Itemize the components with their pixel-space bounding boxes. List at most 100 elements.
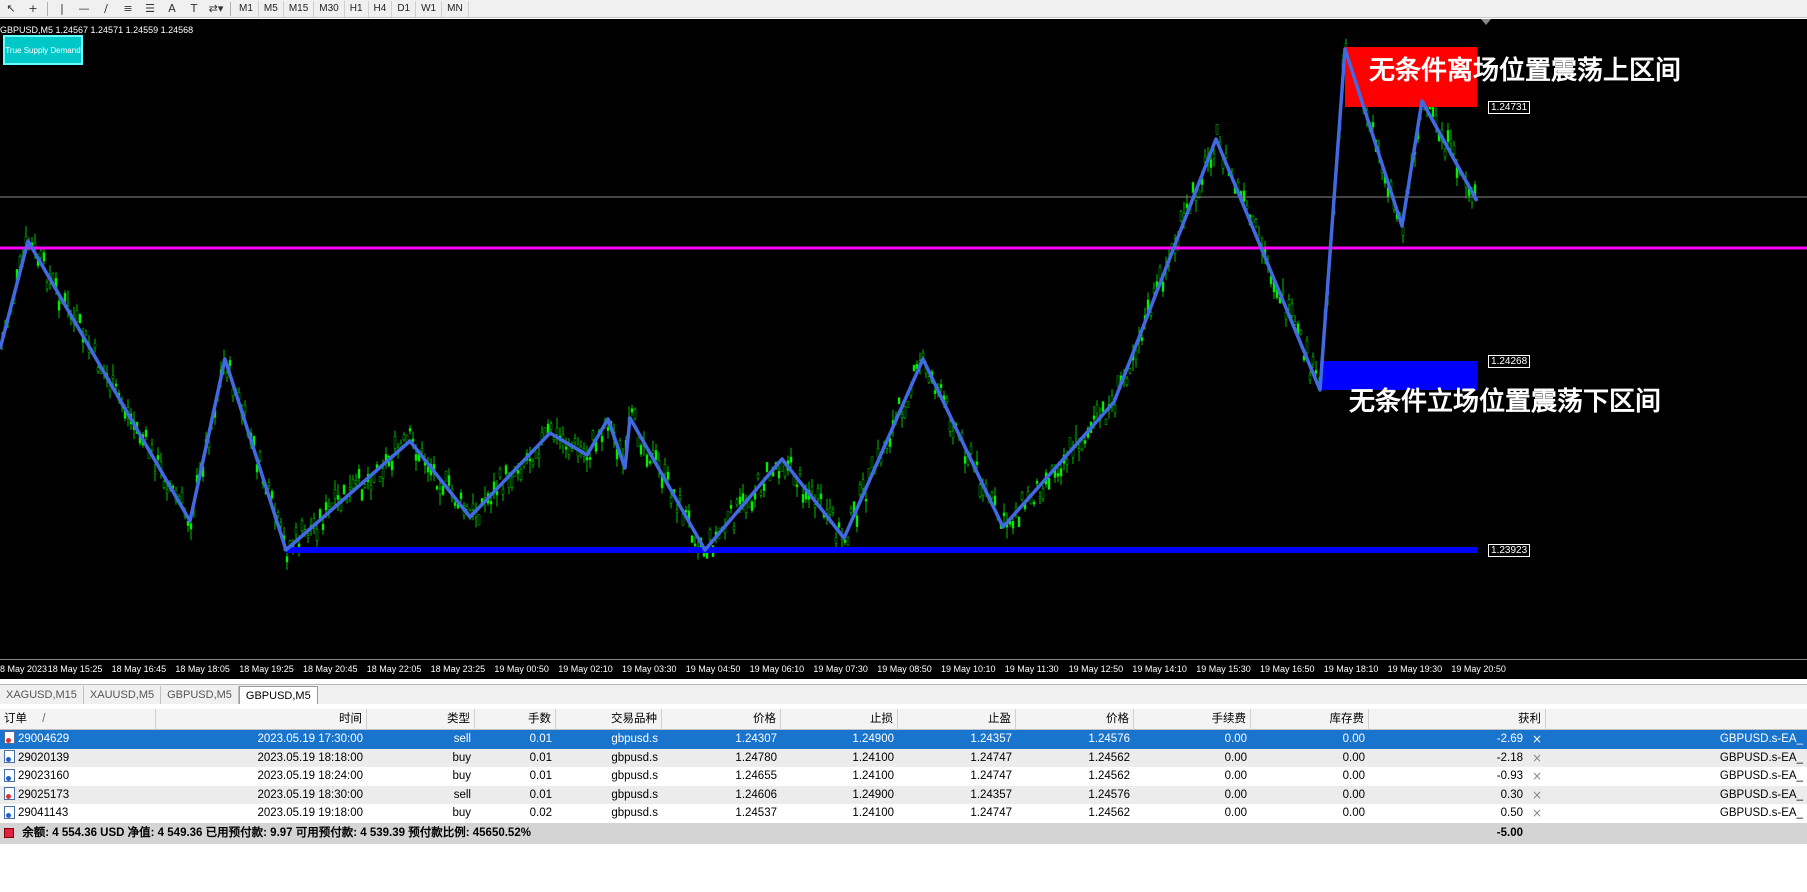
candle-body <box>669 497 673 504</box>
candle-body <box>336 495 340 500</box>
lower-zone-label: 无条件立场位置震荡下区间 <box>1349 387 1662 417</box>
label-icon[interactable]: T <box>183 1 205 17</box>
candle-body <box>1011 520 1015 529</box>
timeframe-m30-button[interactable]: M30 <box>314 0 345 17</box>
candle-body <box>564 446 568 450</box>
candle-body <box>390 460 394 471</box>
crosshair-icon[interactable]: + <box>22 1 44 17</box>
candle-body <box>1452 145 1456 154</box>
order-symbol-cell: gbpusd.s <box>611 733 658 745</box>
text-icon[interactable]: A <box>161 1 183 17</box>
tab-xauusd-m5[interactable]: XAUUSD,M5 <box>84 686 162 704</box>
chart-canvas <box>0 38 1807 570</box>
col-sl[interactable]: 止损 <box>781 709 898 730</box>
close-order-icon[interactable]: × <box>1532 767 1542 786</box>
col-tp[interactable]: 止盈 <box>898 709 1016 730</box>
col-order[interactable]: 订单 / <box>0 709 156 730</box>
table-row[interactable]: 29025173 2023.05.19 18:30:00 sell 0.01 gbpus… <box>0 785 1807 805</box>
candle-body <box>276 512 280 517</box>
order-commission-cell: 0.00 <box>1224 807 1247 820</box>
chart-shift-marker-icon[interactable] <box>1481 19 1491 25</box>
order-id-cell: 29023160 <box>0 767 156 786</box>
arrows-icon[interactable]: ⇄▾ <box>205 1 227 17</box>
vertical-line-icon[interactable]: | <box>51 1 73 17</box>
candle-body <box>1020 492 1024 501</box>
timeframe-h1-button[interactable]: H1 <box>345 0 369 17</box>
candle-body <box>342 484 346 495</box>
timeframe-mn-button[interactable]: MN <box>442 0 469 17</box>
close-order-icon[interactable]: × <box>1532 804 1542 823</box>
candle-body <box>1152 287 1156 293</box>
col-price[interactable]: 价格 <box>662 709 781 730</box>
order-commission-cell: 0.00 <box>1224 751 1247 764</box>
candle-body <box>378 476 382 482</box>
timeframe-w1-button[interactable]: W1 <box>416 0 443 17</box>
col-swap[interactable]: 库存费 <box>1251 709 1369 730</box>
tab-gbpusd-m5-active[interactable]: GBPUSD,M5 <box>238 686 318 704</box>
candle-body <box>978 484 982 497</box>
candle-body <box>1026 491 1030 497</box>
timeframe-d1-button[interactable]: D1 <box>392 0 417 17</box>
candle-body <box>870 456 874 469</box>
candle-body <box>819 493 823 500</box>
table-row[interactable]: 29023160 2023.05.19 18:24:00 buy 0.01 gbpusd… <box>0 767 1807 787</box>
table-row[interactable]: 29020139 2023.05.19 18:18:00 buy 0.01 gbpusd… <box>0 748 1807 768</box>
col-commission[interactable]: 手续费 <box>1134 709 1251 730</box>
price-chart[interactable]: GBPUSD,M5 1.24567 1.24571 1.24559 1.2456… <box>0 19 1807 679</box>
candle-body <box>258 451 262 461</box>
candle-body <box>837 522 841 528</box>
timeframe-h4-button[interactable]: H4 <box>369 0 393 17</box>
candle-body <box>111 375 115 379</box>
col-profit[interactable]: 获利 <box>1369 709 1546 730</box>
close-order-icon[interactable]: × <box>1532 749 1542 768</box>
timeframe-m1-button[interactable]: M1 <box>234 0 259 17</box>
col-symbol[interactable]: 交易品种 <box>556 709 662 730</box>
timeframe-m15-button[interactable]: M15 <box>284 0 315 17</box>
candle-body <box>1449 138 1453 144</box>
fibonacci-icon[interactable]: ≡ <box>117 1 139 17</box>
candle-body <box>420 448 424 452</box>
true-supply-demand-button[interactable]: True Supply Demand <box>3 35 83 65</box>
tab-gbpusd-m5[interactable]: GBPUSD,M5 <box>161 686 239 704</box>
candle-body <box>84 330 88 335</box>
close-order-icon[interactable]: × <box>1532 730 1542 749</box>
col-current-price[interactable]: 价格 <box>1016 709 1134 730</box>
timeframe-m5-button[interactable]: M5 <box>259 0 284 17</box>
col-comment[interactable] <box>1546 709 1807 730</box>
cursor-icon[interactable]: ↖ <box>0 1 22 17</box>
col-time[interactable]: 时间 <box>156 709 367 730</box>
order-price-cell: 1.24780 <box>735 751 777 764</box>
order-price-cell: 1.24606 <box>735 788 777 801</box>
candle-body <box>300 520 304 531</box>
time-axis-label: 19 May 06:10 <box>749 664 805 674</box>
close-order-icon[interactable]: × <box>1532 786 1542 805</box>
candle-body <box>1401 227 1405 236</box>
candle-body <box>834 537 838 544</box>
col-lots[interactable]: 手数 <box>475 709 556 730</box>
candle-body <box>153 471 157 474</box>
order-time-cell: 2023.05.19 19:18:00 <box>257 807 363 820</box>
trendline-icon[interactable]: ∕ <box>95 1 117 17</box>
candle-body <box>1074 435 1078 439</box>
tab-xagusd-m15[interactable]: XAGUSD,M15 <box>0 686 84 704</box>
order-comment-cell: GBPUSD.s-EA_ <box>1719 807 1803 820</box>
table-row[interactable]: 29041143 2023.05.19 19:18:00 buy 0.02 gbpusd… <box>0 804 1807 824</box>
table-row[interactable]: 29004629 2023.05.19 17:30:00 sell 0.01 gbpus… <box>0 730 1807 749</box>
col-type[interactable]: 类型 <box>367 709 475 730</box>
candle-body <box>546 423 550 434</box>
horizontal-line-icon[interactable]: — <box>73 1 95 17</box>
channel-icon[interactable]: ☰ <box>139 1 161 17</box>
account-icon <box>4 827 14 838</box>
candle-body <box>1443 150 1447 158</box>
account-summary-row: 余额: 4 554.36 USD 净值: 4 549.36 已用预付款: 9.9… <box>0 823 1807 844</box>
candle-body <box>414 454 418 461</box>
candle-body <box>783 464 787 477</box>
candle-body <box>510 476 514 488</box>
time-axis-label: 18 May 18:05 <box>175 664 230 674</box>
order-id: 29020139 <box>18 751 70 764</box>
order-sl-cell: 1.24100 <box>852 807 894 820</box>
candle-body <box>897 397 901 405</box>
candle-body <box>1194 196 1198 201</box>
candle-body <box>795 484 799 488</box>
candle-body <box>678 495 682 499</box>
